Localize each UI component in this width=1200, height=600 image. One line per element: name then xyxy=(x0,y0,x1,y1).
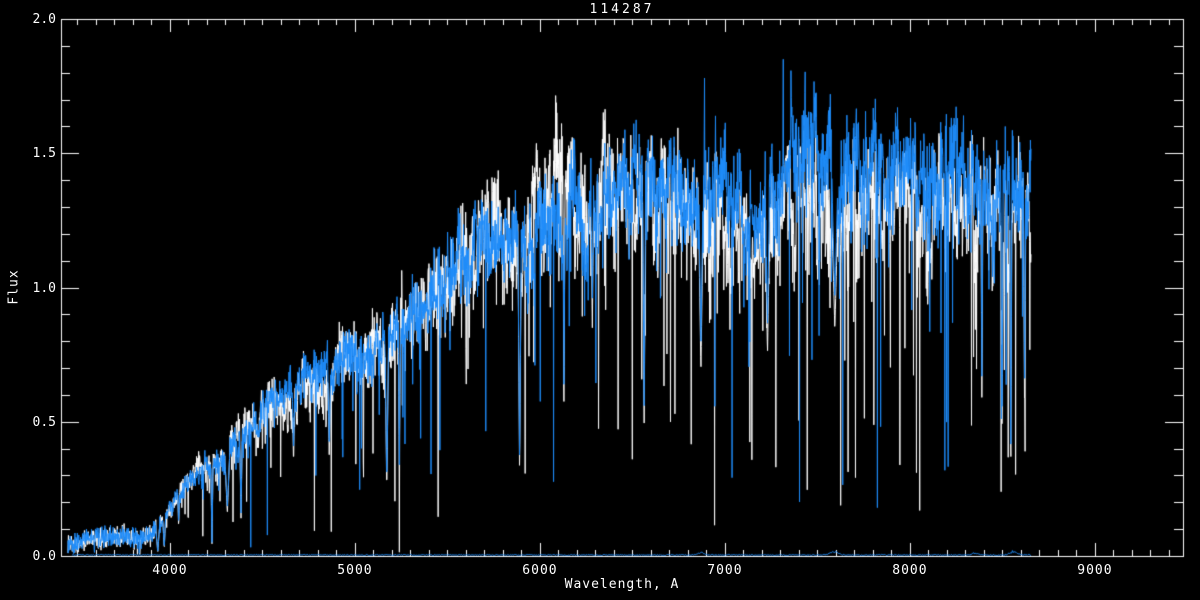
y-tick-label: 2.0 xyxy=(0,13,56,26)
x-tick-label: 5000 xyxy=(325,564,385,577)
y-tick-label: 0.0 xyxy=(0,550,56,563)
spectrum-plot-window: 114287 Wavelength, A Flux 0.00.51.01.52.… xyxy=(0,0,1200,600)
y-tick-label: 1.5 xyxy=(0,147,56,160)
x-tick-label: 4000 xyxy=(140,564,200,577)
x-tick-label: 6000 xyxy=(510,564,570,577)
spectrum-plot-canvas xyxy=(0,0,1200,600)
x-tick-label: 7000 xyxy=(695,564,755,577)
y-tick-label: 1.0 xyxy=(0,282,56,295)
x-tick-label: 8000 xyxy=(880,564,940,577)
x-tick-label: 9000 xyxy=(1065,564,1125,577)
y-tick-label: 0.5 xyxy=(0,416,56,429)
x-axis-label: Wavelength, A xyxy=(61,578,1183,591)
plot-title: 114287 xyxy=(61,3,1183,16)
